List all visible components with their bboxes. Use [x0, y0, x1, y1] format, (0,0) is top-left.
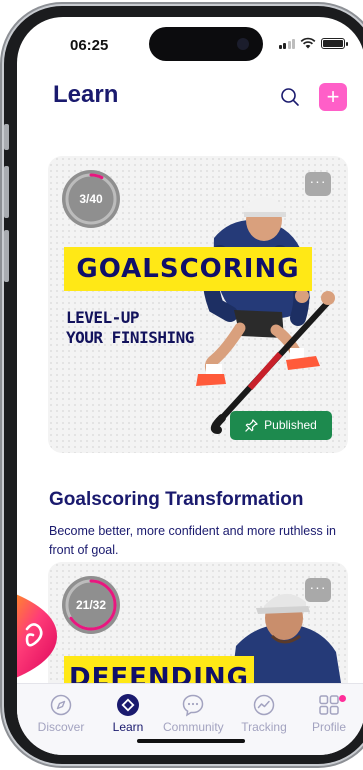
bottom-nav: Discover Learn Community Tracking Profil…	[17, 683, 363, 755]
nav-label: Discover	[37, 720, 85, 734]
course-description: Become better, more confident and more r…	[49, 524, 336, 557]
tagline-line: YOUR FINISHING	[66, 328, 194, 347]
plus-icon: +	[326, 84, 340, 109]
more-options-button[interactable]: ···	[305, 172, 331, 196]
compass-icon	[50, 694, 72, 716]
app-screen: 06:25 Learn + 3/40 ··· GOALSCORING LEVEL…	[17, 17, 363, 755]
status-badge-label: Published	[264, 418, 317, 432]
pin-icon	[245, 419, 258, 432]
ellipsis-icon: ···	[309, 579, 327, 595]
tagline-line: LEVEL-UP	[66, 308, 140, 327]
nav-label: Profile	[311, 720, 346, 734]
chat-bubble-icon	[182, 694, 204, 717]
status-time: 06:25	[70, 37, 109, 54]
battery-icon	[321, 37, 348, 49]
floating-side-tab[interactable]	[17, 587, 59, 685]
page-title: Learn	[53, 81, 119, 108]
progress-label: 3/40	[79, 192, 103, 206]
nav-item-community[interactable]: Community	[163, 693, 224, 734]
nav-label: Learn	[112, 720, 144, 734]
chart-circle-icon	[253, 694, 275, 716]
progress-label: 21/32	[75, 598, 107, 612]
add-course-button[interactable]: +	[319, 83, 347, 111]
ellipsis-icon: ···	[309, 173, 327, 189]
more-options-button[interactable]: ···	[305, 578, 331, 602]
mute-switch	[4, 124, 9, 150]
player-image	[196, 197, 335, 434]
volume-down-button	[4, 230, 9, 282]
nav-label: Tracking	[241, 720, 287, 734]
search-icon[interactable]	[278, 85, 302, 109]
volume-up-button	[4, 166, 9, 218]
grid-icon	[319, 695, 339, 715]
status-icons	[278, 37, 348, 49]
course-tagline: LEVEL-UP YOUR FINISHING	[66, 308, 194, 348]
diamond-icon	[117, 694, 139, 716]
status-badge: Published	[230, 411, 332, 440]
course-title[interactable]: Goalscoring Transformation	[49, 489, 303, 511]
camera-icon	[237, 38, 249, 50]
nav-item-learn[interactable]: Learn	[98, 693, 158, 734]
course-banner-title: GOALSCORING	[64, 247, 312, 291]
course-card[interactable]: 3/40 ··· GOALSCORING LEVEL-UP YOUR FINIS…	[48, 156, 348, 453]
notification-dot	[339, 695, 346, 702]
wifi-icon	[300, 37, 316, 49]
nav-item-profile[interactable]: Profile	[299, 693, 359, 734]
home-indicator	[137, 739, 245, 743]
dynamic-island	[149, 27, 263, 61]
nav-item-discover[interactable]: Discover	[31, 693, 91, 734]
cellular-signal-icon	[278, 38, 295, 49]
nav-label: Community	[163, 720, 224, 734]
nav-item-tracking[interactable]: Tracking	[234, 693, 294, 734]
